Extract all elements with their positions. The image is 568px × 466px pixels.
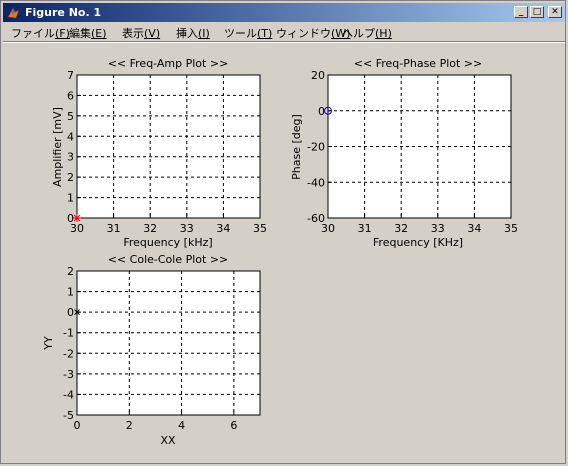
plot-cole-cole-xlabel: XX [160,434,176,447]
plot-cole-cole-ytick-label: -5 [63,409,74,422]
plot-freq-amp-xtick-label: 35 [253,222,267,235]
plot-freq-phase-xtick-label: 35 [504,222,518,235]
plot-freq-phase-ytick-label: -20 [307,141,325,154]
plot-freq-amp-ylabel: Amplifier [mV] [51,107,64,187]
plot-freq-amp-ytick-label: 7 [67,69,74,82]
plot-cole-cole-ytick-label: -1 [63,327,74,340]
plot-freq-amp-xtick-label: 32 [143,222,157,235]
plot-freq-amp[interactable]: << Freq-Amp Plot >> 30 31 32 33 34 3501234567… [51,57,267,249]
plot-freq-phase-xtick-label: 31 [358,222,372,235]
plot-freq-amp-ytick-label: 0 [67,212,74,225]
plot-cole-cole-xtick-label: 4 [178,419,185,432]
plot-cole-cole-title: << Cole-Cole Plot >> [108,253,229,266]
plot-freq-phase-xtick-label: 34 [467,222,481,235]
plot-freq-amp-xlabel: Frequency [kHz] [123,236,212,249]
plot-cole-cole-ytick-label: 0 [67,306,74,319]
plot-cole-cole-ytick-label: -4 [63,388,74,401]
plot-freq-amp-xtick-label: 31 [107,222,121,235]
plot-freq-amp-data-point [73,214,81,222]
plot-freq-amp-xtick-label: 33 [180,222,194,235]
plot-freq-phase-xtick-label: 33 [431,222,445,235]
plot-freq-amp-axes [76,74,261,219]
plot-freq-amp-title: << Freq-Amp Plot >> [108,57,229,70]
plot-freq-phase-xlabel: Frequency [KHz] [373,236,463,249]
plot-freq-phase[interactable]: << Freq-Phase Plot >> 30 31 32 33 34 35-60-40… [290,57,518,249]
plot-freq-amp-ytick-label: 5 [67,110,74,123]
plot-freq-amp-xtick-label: 34 [216,222,230,235]
plot-freq-phase-ytick-label: -60 [307,212,325,225]
plots-canvas: << Freq-Amp Plot >> 30 31 32 33 34 3501234567… [42,57,518,447]
plot-cole-cole-ytick-label: -3 [63,368,74,381]
plot-cole-cole-ytick-label: -2 [63,347,74,360]
plot-cole-cole-xtick-label: 2 [126,419,133,432]
plot-cole-cole-axes [76,270,261,416]
plot-cole-cole[interactable]: << Cole-Cole Plot >> 0 2 4 6 -5 -4 -3 -2 -1 0 1 2 X… [42,253,261,447]
plot-cole-cole-xtick-label: 0 [74,419,81,432]
plot-cole-cole-ytick-label: 2 [67,265,74,278]
plot-freq-amp-ytick-label: 2 [67,171,74,184]
plot-freq-amp-ytick-label: 1 [67,192,74,205]
plot-freq-phase-ytick-label: 20 [311,69,325,82]
plot-freq-phase-ylabel: Phase [deg] [290,114,303,180]
plot-cole-cole-xtick-label: 6 [230,419,237,432]
plot-freq-amp-ytick-label: 4 [67,130,74,143]
plot-freq-phase-title: << Freq-Phase Plot >> [354,57,482,70]
plot-cole-cole-ylabel: YY [42,336,55,351]
plot-freq-phase-ytick-label: 0 [318,105,325,118]
plot-cole-cole-ytick-label: 1 [67,286,74,299]
plot-freq-amp-ytick-label: 3 [67,151,74,164]
plot-freq-phase-ytick-label: -40 [307,176,325,189]
plot-freq-phase-xtick-label: 32 [394,222,408,235]
plot-freq-amp-ytick-label: 6 [67,89,74,102]
